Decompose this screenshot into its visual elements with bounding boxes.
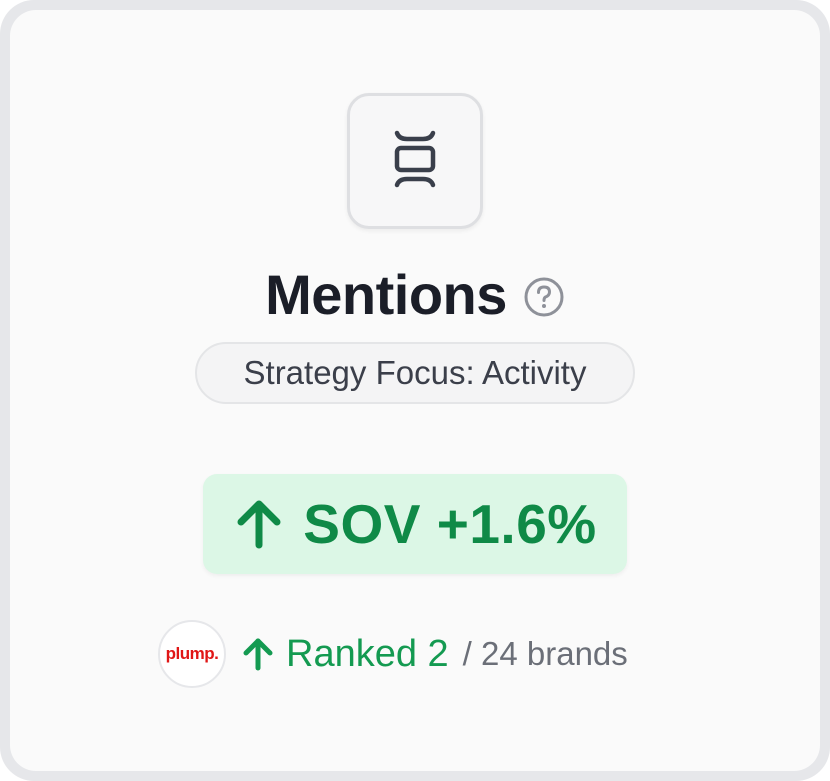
rank-total: / 24 brands: [462, 635, 628, 672]
sov-value: SOV +1.6%: [303, 493, 597, 555]
rank-label: Ranked 2: [286, 632, 449, 675]
title-row: Mentions: [10, 262, 820, 327]
metric-icon-tile: [347, 93, 483, 229]
card-frame: Mentions Strategy Focus: Activity SOV +1…: [0, 0, 830, 781]
question-circle-icon[interactable]: [523, 276, 565, 318]
arrow-up-icon: [240, 636, 276, 672]
split-vertical-icon: [391, 127, 439, 196]
ranking-row: plump. Ranked 2 / 24 brands: [158, 619, 628, 689]
arrow-up-icon: [233, 498, 285, 550]
metric-card: Mentions Strategy Focus: Activity SOV +1…: [10, 10, 820, 771]
brand-logo: plump.: [158, 620, 226, 688]
strategy-focus-pill: Strategy Focus: Activity: [195, 342, 635, 404]
card-title: Mentions: [265, 263, 507, 326]
sov-badge: SOV +1.6%: [203, 474, 627, 574]
